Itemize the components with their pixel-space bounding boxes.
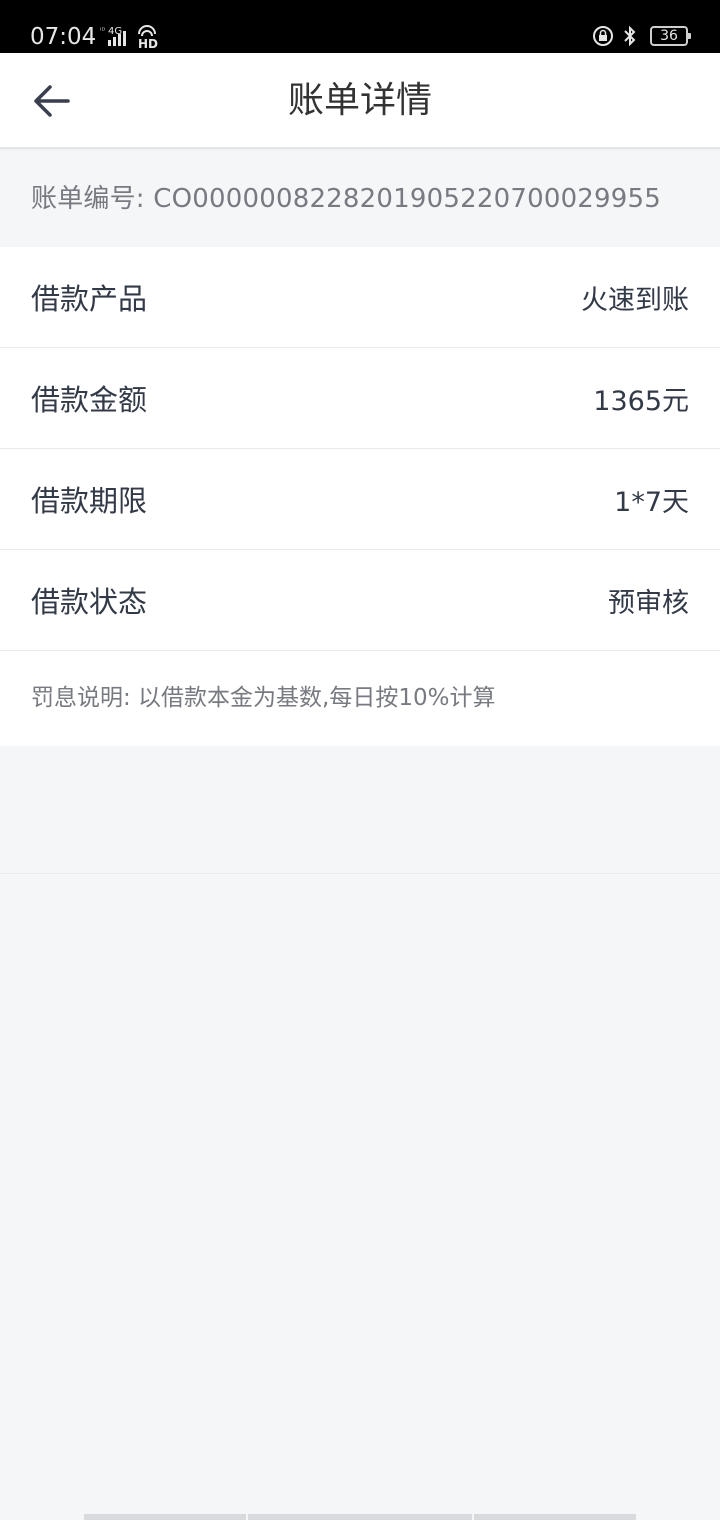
detail-label: 借款金额 (31, 383, 148, 417)
detail-label: 借款期限 (31, 484, 148, 518)
battery-level: 36 (660, 28, 678, 44)
nav-gesture-bar-left (84, 1514, 246, 1520)
svg-text:ᴵᴰ: ᴵᴰ (100, 26, 105, 35)
detail-label: 借款状态 (31, 585, 148, 619)
detail-row-term: 借款期限 1*7天 (0, 449, 720, 550)
detail-row-amount: 借款金额 1365元 (0, 348, 720, 449)
nav-gesture-bar-center (248, 1514, 472, 1520)
nav-gesture-bar-right (474, 1514, 636, 1520)
divider (0, 873, 720, 874)
svg-text:HD: HD (138, 37, 158, 50)
signal-bars-icon: ᴵᴰ 4G HD (100, 25, 158, 50)
loan-detail-list: 借款产品 火速到账 借款金额 1365元 借款期限 1*7天 借款状态 预审核 … (0, 247, 720, 746)
page-title: 账单详情 (287, 80, 432, 121)
bill-number: 账单编号: CO0000008228201905220700029955 (0, 151, 720, 247)
detail-value: 1*7天 (614, 486, 689, 518)
battery-icon: 36 (650, 26, 691, 46)
bluetooth-icon (624, 25, 636, 47)
detail-value: 火速到账 (581, 284, 689, 316)
detail-row-product: 借款产品 火速到账 (0, 247, 720, 348)
detail-row-status: 借款状态 预审核 (0, 550, 720, 651)
detail-label: 借款产品 (31, 282, 148, 316)
rotation-lock-icon (593, 26, 613, 46)
detail-value: 1365元 (593, 385, 689, 417)
status-time: 07:04 (30, 24, 97, 50)
header-bar: 账单详情 (0, 53, 720, 149)
detail-value: 预审核 (608, 587, 689, 619)
penalty-note: 罚息说明: 以借款本金为基数,每日按10%计算 (0, 651, 720, 746)
status-bar: 07:04 ᴵᴰ 4G HD 36 (0, 0, 720, 53)
